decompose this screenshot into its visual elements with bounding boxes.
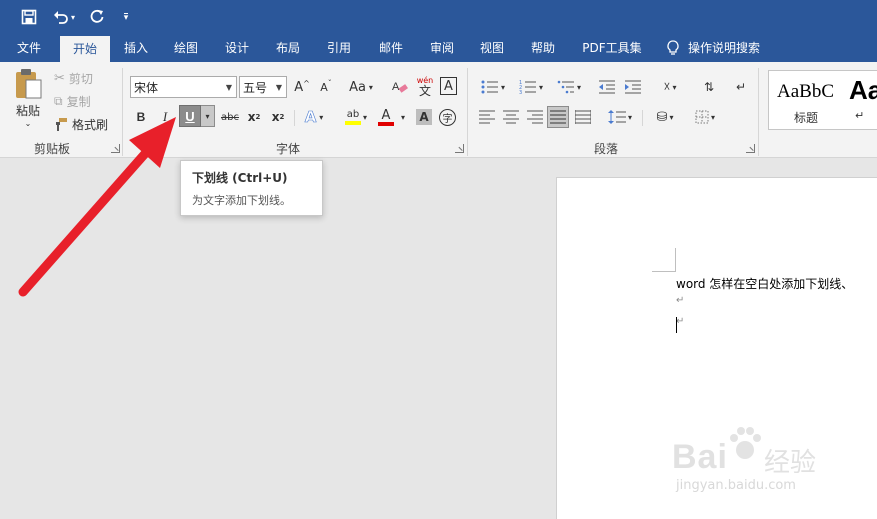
baidu-watermark: Bai 经验 jingyan.baidu.com xyxy=(672,420,832,500)
watermark-brand-cn: 经验 xyxy=(764,448,817,478)
paw-icon xyxy=(730,427,761,459)
watermark-brand: Bai xyxy=(672,438,728,476)
watermark-url: jingyan.baidu.com xyxy=(676,478,796,493)
